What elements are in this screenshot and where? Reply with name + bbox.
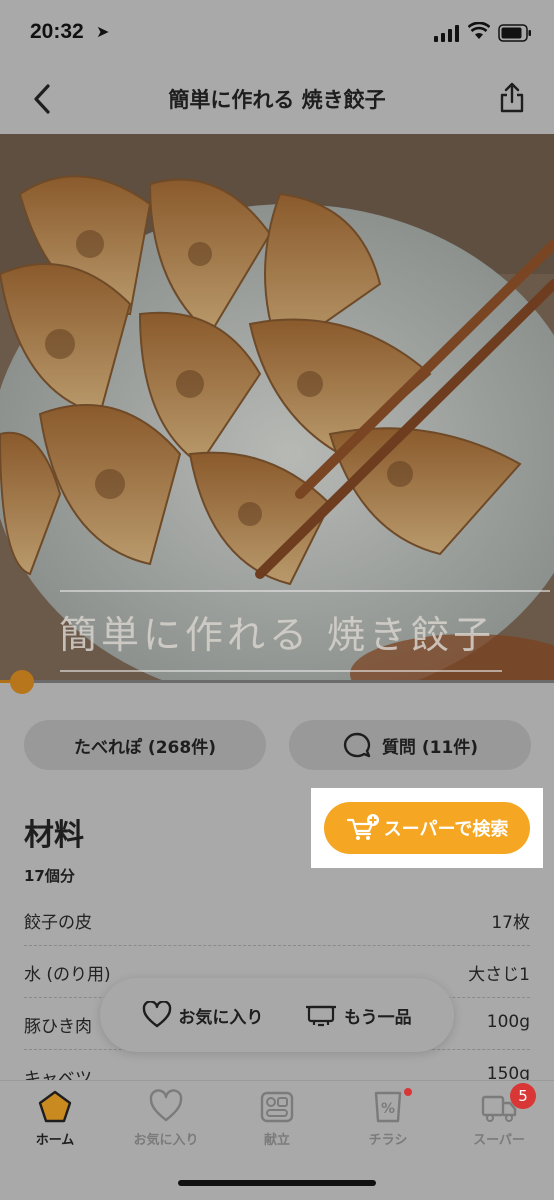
super-search-label: スーパーで検索 — [383, 819, 509, 839]
heart-icon — [143, 1001, 172, 1028]
tab-flyer[interactable]: % チラシ — [343, 1089, 433, 1148]
page-title: 簡単に作れる 焼き餃子 — [168, 88, 386, 112]
tab-flyer-label: チラシ — [368, 1133, 408, 1148]
flyer-icon: % — [374, 1091, 402, 1123]
status-time: 20:32 — [30, 20, 84, 43]
wifi-icon — [468, 22, 490, 39]
ingredient-qty: 大さじ1 — [468, 965, 530, 985]
tab-home-label: ホーム — [35, 1133, 75, 1148]
video-progress-track[interactable] — [0, 680, 554, 683]
ingredients-title: 材料 — [24, 818, 84, 853]
ingredient-row: 餃子の皮 17枚 — [24, 898, 530, 946]
super-badge: 5 — [510, 1083, 536, 1109]
super-search-button[interactable]: スーパーで検索 — [324, 802, 530, 854]
location-arrow-icon: ➤ — [96, 22, 110, 41]
tab-home[interactable]: ホーム — [10, 1089, 100, 1148]
speech-bubble-icon — [343, 732, 371, 758]
tab-menu-plan[interactable]: 献立 — [232, 1089, 322, 1148]
ingredient-name: 餃子の皮 — [24, 913, 92, 933]
svg-text:%: % — [381, 1101, 395, 1117]
favorite-button[interactable]: お気に入り — [142, 1001, 263, 1029]
ingredient-qty: 17枚 — [491, 913, 530, 933]
one-more-button[interactable]: もう一品 — [304, 1001, 412, 1029]
question-button[interactable]: 質問 (11件) — [289, 720, 531, 770]
ingredient-qty: 100g — [486, 1012, 530, 1032]
one-more-label: もう一品 — [344, 1007, 412, 1028]
favorite-label: お気に入り — [178, 1007, 264, 1028]
nav-bar: 簡単に作れる 焼き餃子 — [0, 64, 554, 134]
battery-icon — [498, 24, 531, 42]
tab-favorites[interactable]: お気に入り — [121, 1089, 211, 1148]
caption-rule-bottom — [60, 670, 502, 672]
floating-action-bar: お気に入り もう一品 — [100, 978, 454, 1052]
share-icon[interactable] — [498, 82, 526, 114]
question-label: 質問 (11件) — [381, 737, 479, 758]
super-search-highlight: スーパーで検索 — [311, 788, 543, 868]
gyoza-photo — [0, 134, 554, 682]
video-progress-knob[interactable] — [10, 670, 35, 694]
flyer-notification-dot — [404, 1088, 412, 1096]
tab-menu-plan-label: 献立 — [263, 1133, 290, 1148]
tabereport-label: たべれぽ (268件) — [74, 737, 216, 758]
home-indicator — [178, 1180, 376, 1186]
ingredient-name: 豚ひき肉 — [24, 1017, 92, 1037]
menu-plan-icon — [260, 1091, 294, 1123]
status-bar: 20:32 ➤ — [0, 0, 554, 64]
home-icon — [38, 1090, 72, 1123]
servings-label: 17個分 — [24, 867, 75, 885]
tab-favorites-label: お気に入り — [133, 1133, 199, 1148]
heart-icon — [149, 1089, 183, 1122]
tabereport-button[interactable]: たべれぽ (268件) — [24, 720, 266, 770]
recipe-video[interactable]: 簡単に作れる 焼き餃子 — [0, 134, 554, 682]
cellular-signal-icon — [434, 25, 459, 42]
video-caption: 簡単に作れる 焼き餃子 — [58, 613, 496, 657]
caption-rule-top — [60, 590, 550, 592]
tab-super-label: スーパー — [473, 1133, 525, 1148]
pot-icon — [306, 1005, 337, 1027]
cart-plus-icon — [346, 814, 379, 840]
ingredient-name: 水 (のり用) — [24, 965, 111, 985]
